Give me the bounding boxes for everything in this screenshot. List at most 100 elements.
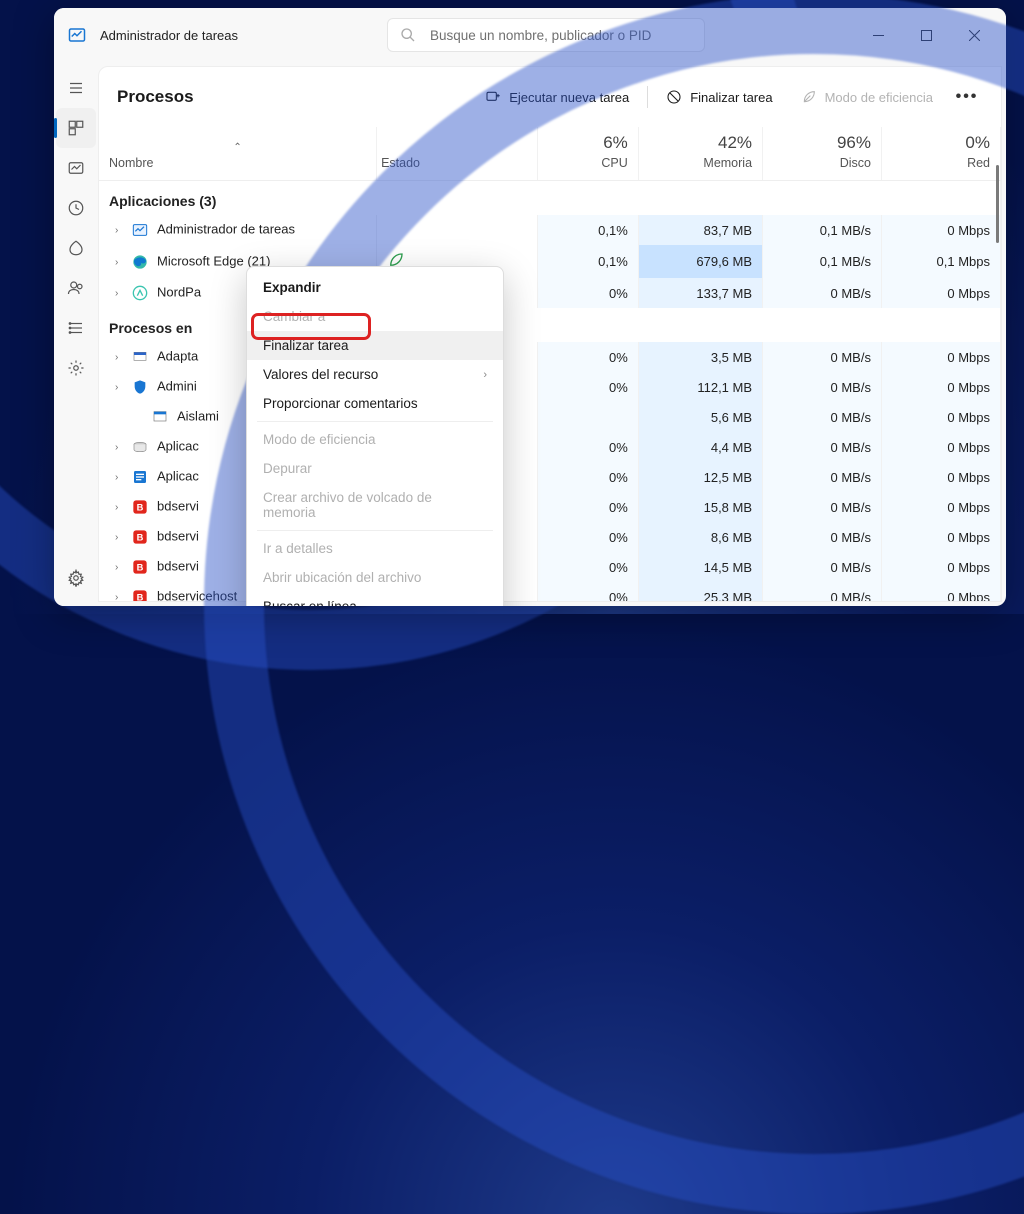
table-row[interactable]: ›Bbdservicehost0%25,3 MB0 MB/s0 Mbps — [99, 582, 1001, 601]
table-row[interactable]: ›Microsoft Edge (21)0,1%679,6 MB0,1 MB/s… — [99, 245, 1001, 278]
process-icon — [131, 468, 149, 486]
cell-net: 0 Mbps — [881, 402, 1000, 432]
chevron-right-icon: › — [115, 562, 125, 573]
cell-memory: 8,6 MB — [638, 522, 762, 552]
chevron-right-icon: › — [115, 288, 125, 299]
col-net[interactable]: 0%Red — [881, 127, 1000, 181]
cell-net: 0 Mbps — [881, 342, 1000, 372]
hamburger-button[interactable] — [56, 68, 96, 108]
table-row[interactable]: ›Administrador de tareas0,1%83,7 MB0,1 M… — [99, 215, 1001, 245]
table-row[interactable]: ›Aplicac0%12,5 MB0 MB/s0 Mbps — [99, 462, 1001, 492]
end-task-button[interactable]: Finalizar tarea — [656, 83, 782, 111]
ctx-expand[interactable]: Expandir — [247, 273, 503, 302]
ctx-resource-values[interactable]: Valores del recurso› — [247, 360, 503, 389]
page-title: Procesos — [117, 87, 467, 107]
cell-memory: 12,5 MB — [638, 462, 762, 492]
task-manager-window: Administrador de tareas Busque un nombre… — [54, 8, 1006, 606]
col-disk[interactable]: 96%Disco — [763, 127, 882, 181]
cell-cpu — [538, 402, 638, 432]
search-input[interactable]: Busque un nombre, publicador o PID — [387, 18, 705, 52]
search-placeholder: Busque un nombre, publicador o PID — [430, 28, 651, 43]
cell-net: 0 Mbps — [881, 372, 1000, 402]
group-header[interactable]: Procesos en — [99, 308, 1001, 342]
run-task-icon — [485, 89, 501, 105]
app-title: Administrador de tareas — [100, 28, 238, 43]
cell-cpu: 0% — [538, 462, 638, 492]
ctx-feedback[interactable]: Proporcionar comentarios — [247, 389, 503, 418]
nav-history[interactable] — [56, 188, 96, 228]
table-row[interactable]: ›Admini0%112,1 MB0 MB/s0 Mbps — [99, 372, 1001, 402]
scrollbar-thumb[interactable] — [996, 165, 999, 243]
maximize-button[interactable] — [902, 13, 950, 57]
ctx-efficiency-mode: Modo de eficiencia — [247, 425, 503, 454]
cell-net: 0 Mbps — [881, 278, 1000, 308]
col-memory[interactable]: 42%Memoria — [638, 127, 762, 181]
nav-startup[interactable] — [56, 228, 96, 268]
table-row[interactable]: ›Bbdservi0%8,6 MB0 MB/s0 Mbps — [99, 522, 1001, 552]
process-icon — [131, 378, 149, 396]
ctx-open-location: Abrir ubicación del archivo — [247, 563, 503, 592]
table-row[interactable]: ›Bbdservi0%14,5 MB0 MB/s0 Mbps — [99, 552, 1001, 582]
cell-status — [377, 215, 538, 245]
process-name: bdservi — [157, 558, 199, 573]
services-icon — [67, 359, 85, 377]
startup-icon — [67, 239, 85, 257]
nav-details[interactable] — [56, 308, 96, 348]
ctx-search-online[interactable]: Buscar en línea — [247, 592, 503, 606]
nav-processes[interactable] — [56, 108, 96, 148]
process-icon — [151, 408, 169, 426]
close-button[interactable] — [950, 13, 998, 57]
table-row[interactable]: ›NordPa0%133,7 MB0 MB/s0 Mbps — [99, 278, 1001, 308]
chevron-right-icon: › — [115, 352, 125, 363]
process-name: bdservicehost — [157, 588, 237, 601]
cell-cpu: 0% — [538, 372, 638, 402]
col-status[interactable]: Estado — [377, 127, 538, 181]
run-new-task-button[interactable]: Ejecutar nueva tarea — [475, 83, 639, 111]
sort-indicator-icon: ⌃ — [109, 142, 366, 156]
ctx-end-task[interactable]: Finalizar tarea — [247, 331, 503, 360]
cell-memory: 3,5 MB — [638, 342, 762, 372]
col-name[interactable]: ⌃ Nombre — [99, 127, 377, 181]
leaf-icon — [801, 89, 817, 105]
table-header-row: ⌃ Nombre Estado 6%CPU 42%Memoria 96%Disc… — [99, 127, 1001, 181]
cell-disk: 0 MB/s — [763, 278, 882, 308]
cell-net: 0 Mbps — [881, 462, 1000, 492]
table-row[interactable]: ›Adapta0%3,5 MB0 MB/s0 Mbps — [99, 342, 1001, 372]
performance-icon — [67, 159, 85, 177]
nav-performance[interactable] — [56, 148, 96, 188]
table-row[interactable]: ›Aplicac0%4,4 MB0 MB/s0 Mbps — [99, 432, 1001, 462]
content-panel: Procesos Ejecutar nueva tarea Finalizar … — [98, 66, 1002, 602]
table-row[interactable]: ›Bbdservi0%15,8 MB0 MB/s0 Mbps — [99, 492, 1001, 522]
cell-cpu: 0% — [538, 522, 638, 552]
process-table-wrap: ⌃ Nombre Estado 6%CPU 42%Memoria 96%Disc… — [99, 127, 1001, 601]
process-icon: B — [131, 588, 149, 601]
cell-cpu: 0% — [538, 432, 638, 462]
cell-memory: 15,8 MB — [638, 492, 762, 522]
cell-cpu: 0,1% — [538, 215, 638, 245]
process-icon — [131, 253, 149, 271]
settings-button[interactable] — [56, 558, 96, 598]
nav-users[interactable] — [56, 268, 96, 308]
more-button[interactable]: ••• — [951, 81, 983, 113]
process-name: Administrador de tareas — [157, 221, 295, 236]
cell-disk: 0 MB/s — [763, 492, 882, 522]
context-menu: Expandir Cambiar a Finalizar tarea Valor… — [246, 266, 504, 606]
process-name: NordPa — [157, 284, 201, 299]
cell-cpu: 0% — [538, 278, 638, 308]
scrollbar[interactable] — [991, 165, 999, 597]
cell-cpu: 0% — [538, 552, 638, 582]
process-name: Aplicac — [157, 468, 199, 483]
svg-text:B: B — [137, 502, 144, 512]
nav-services[interactable] — [56, 348, 96, 388]
ctx-debug: Depurar — [247, 454, 503, 483]
table-row[interactable]: Aislami5,6 MB0 MB/s0 Mbps — [99, 402, 1001, 432]
chevron-right-icon: › — [115, 472, 125, 483]
end-task-icon — [666, 89, 682, 105]
cell-net: 0 Mbps — [881, 522, 1000, 552]
window-controls — [854, 13, 998, 57]
svg-text:B: B — [137, 532, 144, 542]
group-header[interactable]: Aplicaciones (3) — [99, 181, 1001, 216]
col-cpu[interactable]: 6%CPU — [538, 127, 638, 181]
minimize-button[interactable] — [854, 13, 902, 57]
cell-net: 0,1 Mbps — [881, 245, 1000, 278]
